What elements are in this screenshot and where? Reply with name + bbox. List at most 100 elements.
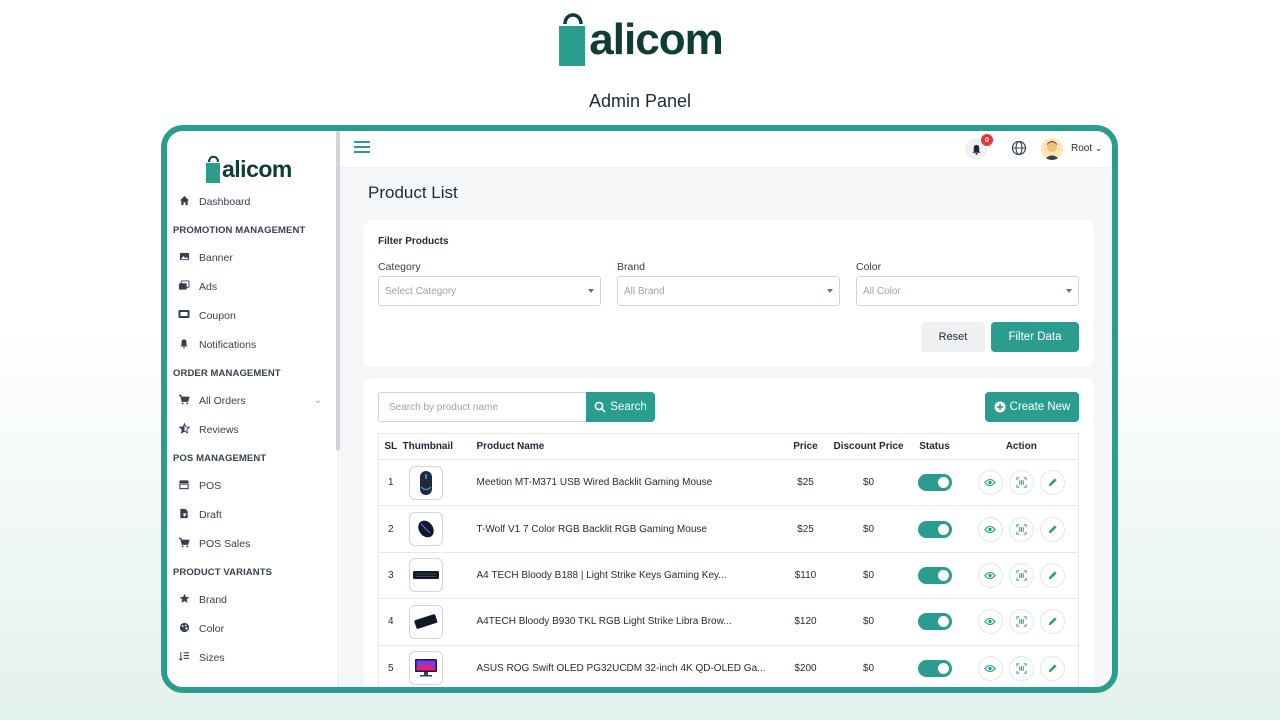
search-button-label: Search <box>610 401 647 413</box>
view-button[interactable] <box>977 562 1003 588</box>
row-thumbnail-cell <box>402 505 469 553</box>
reset-button[interactable]: Reset <box>921 322 985 352</box>
row-thumbnail-cell <box>402 645 469 687</box>
page-title: Product List <box>368 183 458 202</box>
product-table: SL Thumbnail Product Name Price Discount… <box>378 433 1079 687</box>
sidebar-item-ads[interactable]: Ads <box>167 272 338 301</box>
shopping-bag-icon <box>206 155 220 183</box>
menu-toggle-icon[interactable] <box>354 141 370 153</box>
sidebar-item-brand[interactable]: Brand <box>167 585 338 614</box>
store-icon <box>177 479 191 493</box>
barcode-button[interactable] <box>1008 562 1034 588</box>
eye-icon <box>984 664 997 672</box>
category-select[interactable]: Select Category <box>378 276 601 306</box>
table-row: 5 ASUS ROG Swift OLED PG32UCDM 32-inch 4K… <box>378 645 1079 687</box>
sidebar-item-label: Notifications <box>199 338 257 351</box>
edit-button[interactable] <box>1039 470 1065 496</box>
status-toggle[interactable] <box>917 566 952 584</box>
col-sl: SL <box>378 433 403 460</box>
eye-icon <box>984 479 997 487</box>
plus-circle-icon <box>994 401 1006 413</box>
barcode-scan-icon <box>1016 663 1027 674</box>
product-thumbnail[interactable] <box>408 465 443 500</box>
sidebar-item-all-orders[interactable]: All Orders ⌄ <box>167 386 338 415</box>
user-name-label: Root <box>1071 143 1093 154</box>
search-button[interactable]: Search <box>586 392 655 422</box>
sidebar-item-banner[interactable]: Banner <box>167 243 338 272</box>
barcode-scan-icon <box>1016 616 1027 627</box>
sidebar-item-label: Ads <box>199 280 218 293</box>
create-new-button[interactable]: Create New <box>985 392 1079 422</box>
sidebar-item-label: Coupon <box>199 309 236 322</box>
product-thumbnail[interactable] <box>408 651 443 686</box>
edit-button[interactable] <box>1039 562 1065 588</box>
search-input[interactable]: Search by product name <box>378 392 586 422</box>
row-discount-price: $0 <box>832 552 905 600</box>
product-thumbnail[interactable] <box>408 604 443 639</box>
user-menu-button[interactable]: Root ⌄ <box>1071 143 1102 154</box>
chevron-down-icon: ⌄ <box>313 395 322 406</box>
eye-icon <box>984 571 997 580</box>
sidebar-item-pos[interactable]: POS <box>167 471 338 500</box>
status-toggle[interactable] <box>917 474 952 492</box>
category-select-value: Select Category <box>385 286 457 297</box>
edit-button[interactable] <box>1039 516 1065 542</box>
sidebar-item-sizes[interactable]: Sizes <box>167 643 338 672</box>
eye-icon <box>984 618 997 626</box>
sidebar-item-coupon[interactable]: Coupon <box>167 301 338 330</box>
barcode-button[interactable] <box>1008 516 1034 542</box>
status-toggle[interactable] <box>917 520 952 538</box>
sidebar-item-label: Banner <box>199 251 233 264</box>
col-product-name: Product Name <box>468 433 779 460</box>
filter-data-button[interactable]: Filter Data <box>991 322 1079 352</box>
product-thumbnail[interactable] <box>408 558 443 593</box>
row-sl: 5 <box>378 645 403 687</box>
row-price: $200 <box>778 645 833 687</box>
product-thumbnail[interactable] <box>408 512 443 547</box>
edit-button[interactable] <box>1039 609 1065 635</box>
sidebar-item-notifications[interactable]: Notifications <box>167 330 338 359</box>
sidebar-item-reviews[interactable]: Reviews <box>167 415 338 444</box>
filter-title: Filter Products <box>378 236 449 247</box>
sidebar-logo[interactable]: alicom <box>167 131 338 183</box>
sidebar-item-pos-sales[interactable]: POS Sales <box>167 529 338 558</box>
status-toggle[interactable] <box>917 613 952 631</box>
view-button[interactable] <box>977 609 1003 635</box>
search-icon <box>594 401 606 413</box>
sort-list-icon <box>177 651 191 665</box>
bell-icon <box>177 338 191 352</box>
brand-select[interactable]: All Brand <box>617 276 840 306</box>
chevron-down-icon: ⌄ <box>1094 143 1103 153</box>
edit-button[interactable] <box>1039 655 1065 681</box>
view-button[interactable] <box>977 470 1003 496</box>
hero-subtitle: Admin Panel <box>588 91 692 111</box>
barcode-button[interactable] <box>1008 470 1034 496</box>
notification-count-badge: 0 <box>981 134 993 146</box>
sidebar-item-label: Reviews <box>199 423 239 436</box>
bell-icon <box>971 144 981 155</box>
sidebar-item-label: Dashboard <box>199 195 251 208</box>
sidebar-item-color[interactable]: Color <box>167 614 338 643</box>
sidebar-item-label: Sizes <box>199 651 225 664</box>
sidebar-brand-name: alicom <box>222 156 292 182</box>
color-select[interactable]: All Color <box>856 276 1079 306</box>
row-status-cell <box>904 645 965 687</box>
sidebar-item-dashboard[interactable]: Dashboard <box>167 187 338 216</box>
shopping-bag-icon <box>559 13 586 66</box>
color-select-value: All Color <box>863 286 901 297</box>
view-button[interactable] <box>977 655 1003 681</box>
row-action-cell <box>964 645 1079 687</box>
globe-icon[interactable] <box>1011 140 1027 156</box>
row-thumbnail-cell <box>402 552 469 600</box>
sidebar-item-draft[interactable]: Draft <box>167 500 338 529</box>
col-action: Action <box>964 433 1079 460</box>
status-toggle[interactable] <box>917 659 952 677</box>
row-discount-price: $0 <box>832 459 905 507</box>
row-status-cell <box>904 505 965 553</box>
user-avatar[interactable] <box>1041 138 1063 160</box>
brand-logo: alicom <box>557 8 724 66</box>
view-button[interactable] <box>977 516 1003 542</box>
main-content: Product List Filter Products Category Se… <box>340 168 1112 687</box>
barcode-button[interactable] <box>1008 655 1034 681</box>
barcode-button[interactable] <box>1008 609 1034 635</box>
